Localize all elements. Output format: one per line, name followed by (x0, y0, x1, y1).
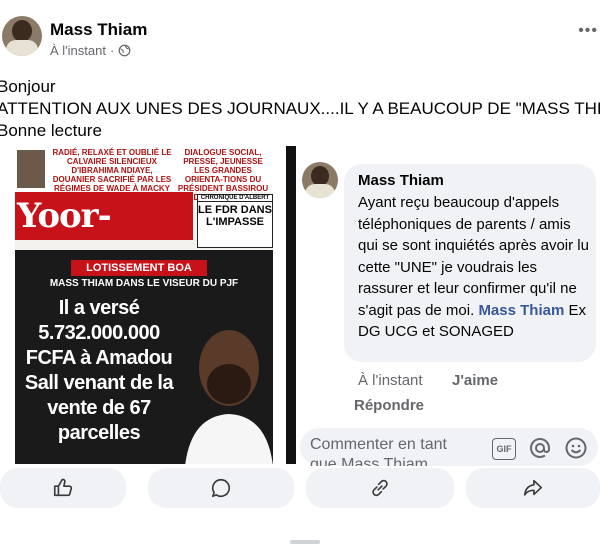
newspaper-thumb-photo (17, 150, 45, 188)
commenter-name[interactable]: Mass Thiam (358, 172, 444, 189)
mention-icon[interactable] (528, 436, 552, 460)
post-text-line-2: ATTENTION AUX UNES DES JOURNAUX....IL Y … (0, 99, 600, 118)
post-text-line-1: Bonjour (0, 77, 56, 96)
chronique-title: LE FDR DANS L'IMPASSE (198, 204, 272, 228)
chronique-kicker: CHRONIQUE D'ALBERT (198, 195, 272, 202)
comment-text: Ayant reçu beaucoup d'appels téléphoniqu… (358, 192, 592, 343)
newspaper-masthead: Yoor-YoorBi (15, 192, 193, 284)
globe-icon (118, 44, 131, 57)
like-icon (53, 478, 73, 497)
newspaper-section-label: LOTISSEMENT BOA (71, 260, 207, 276)
copy-link-button[interactable] (306, 468, 454, 508)
newspaper-chronique-box: CHRONIQUE D'ALBERT LE FDR DANS L'IMPASSE (197, 194, 273, 248)
comment-input-placeholder[interactable]: Commenter en tant (310, 436, 447, 454)
image-divider (286, 146, 296, 464)
post-time[interactable]: À l'instant (50, 43, 106, 58)
comment-like-button[interactable]: J'aime (452, 372, 498, 389)
commenter-avatar[interactable] (302, 162, 338, 198)
home-indicator (290, 540, 320, 544)
share-link-icon (372, 479, 388, 497)
newspaper-kicker: MASS THIAM DANS LE VISEUR DU PJF (49, 278, 239, 289)
gif-icon[interactable]: GIF (492, 438, 516, 460)
newspaper-portrait-photo (185, 330, 273, 464)
more-options-icon[interactable]: ••• (578, 22, 598, 40)
author-avatar[interactable] (2, 16, 42, 56)
newspaper-headline: Il a versé 5.732.000.000 FCFA à Amadou S… (24, 297, 174, 444)
share-button[interactable] (466, 468, 600, 508)
newspaper-front-page: RADIÉ, RELAXÉ ET OUBLIÉ LE CALVAIRE SILE… (15, 146, 273, 464)
share-icon (523, 479, 543, 496)
post-text-line-3: Bonne lecture (0, 121, 102, 140)
comment-body: Ayant reçu beaucoup d'appels téléphoniqu… (358, 194, 589, 319)
newspaper-top-headline-left: RADIÉ, RELAXÉ ET OUBLIÉ LE CALVAIRE SILE… (52, 148, 172, 193)
emoji-icon[interactable] (564, 436, 588, 460)
comment-time[interactable]: À l'instant (358, 372, 423, 389)
author-name[interactable]: Mass Thiam (50, 20, 147, 40)
comment-mention-link[interactable]: Mass Thiam (478, 302, 564, 319)
like-button[interactable] (0, 468, 126, 508)
comment-button[interactable] (148, 468, 294, 508)
meta-separator: · (109, 43, 115, 58)
post-meta: À l'instant · (50, 43, 131, 58)
comment-icon (211, 478, 230, 498)
comment-input-placeholder-2: que Mass Thiam (310, 456, 428, 466)
comment-reply-button[interactable]: Répondre (354, 397, 424, 414)
